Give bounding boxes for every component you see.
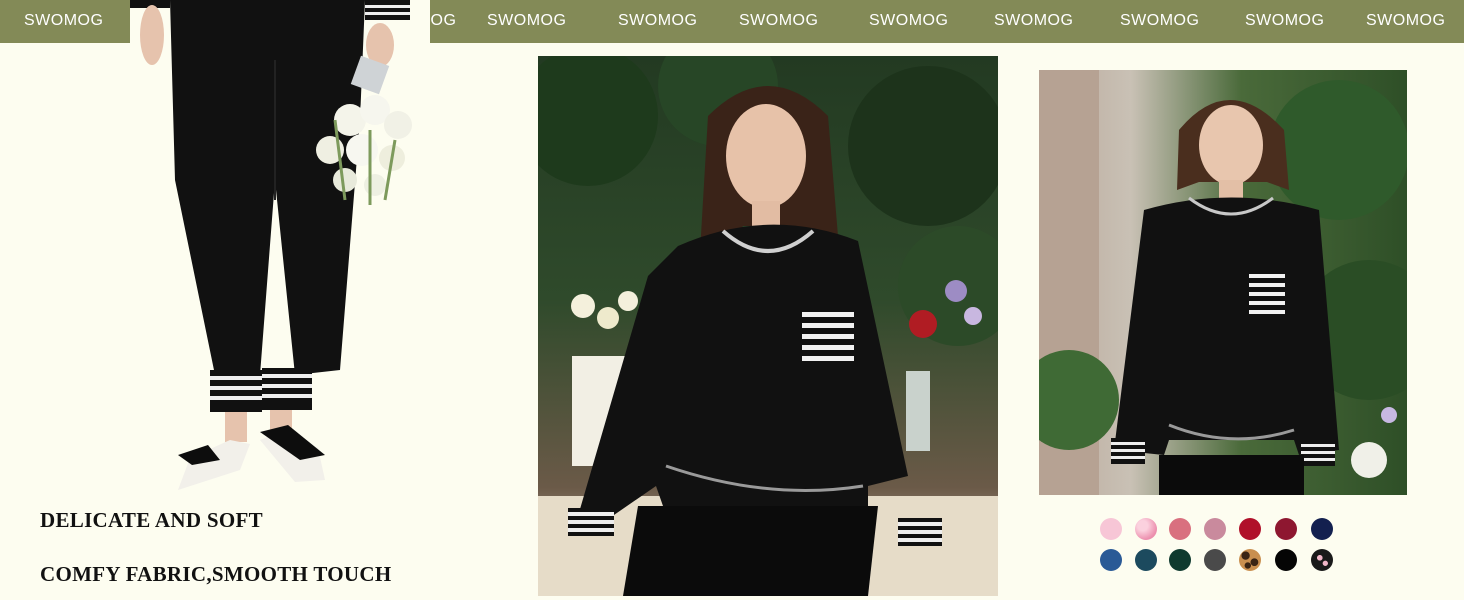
color-swatch-wine[interactable]: [1275, 518, 1297, 540]
brand-label: SWOMOG: [1366, 12, 1446, 29]
color-swatch-black[interactable]: [1275, 549, 1297, 571]
seated-model-illustration: [538, 56, 998, 596]
brand-label: SWOMOG: [618, 12, 698, 29]
pants-illustration: [130, 0, 412, 490]
color-swatch-black-print[interactable]: [1311, 549, 1333, 571]
product-photo-standing-model: [1039, 70, 1407, 495]
brand-label: SWOMOG: [869, 12, 949, 29]
brand-label: SWOMOG: [739, 12, 819, 29]
feature-caption-line1: DELICATE AND SOFT: [40, 508, 263, 532]
color-swatch-dark-green[interactable]: [1169, 549, 1191, 571]
color-swatch-leopard[interactable]: [1239, 549, 1261, 571]
feature-caption-line2: COMFY FABRIC,SMOOTH TOUCH: [40, 562, 392, 586]
brand-label: SWOMOG: [994, 12, 1074, 29]
brand-label: SWOMOG: [487, 12, 567, 29]
color-swatch-red[interactable]: [1239, 518, 1261, 540]
brand-label: SWOMOG: [1120, 12, 1200, 29]
color-swatch-pink[interactable]: [1100, 518, 1122, 540]
color-swatch-rose[interactable]: [1169, 518, 1191, 540]
color-swatch-teal[interactable]: [1135, 549, 1157, 571]
color-swatch-mauve[interactable]: [1204, 518, 1226, 540]
brand-label: SWOMOG: [24, 12, 104, 29]
striped-pocket: [1249, 270, 1285, 320]
striped-cuff-right: [262, 368, 312, 410]
striped-cuff-left: [210, 370, 262, 412]
standing-model-illustration: [1039, 70, 1407, 495]
color-swatch-blue[interactable]: [1100, 549, 1122, 571]
product-photo-seated-model: [538, 56, 998, 596]
brand-label: SWOMOG: [1245, 12, 1325, 29]
color-swatch-navy[interactable]: [1311, 518, 1333, 540]
color-swatch-pink-pattern[interactable]: [1135, 518, 1157, 540]
color-swatch-gray[interactable]: [1204, 549, 1226, 571]
product-photo-pants: [130, 0, 430, 495]
striped-pocket: [802, 308, 854, 368]
